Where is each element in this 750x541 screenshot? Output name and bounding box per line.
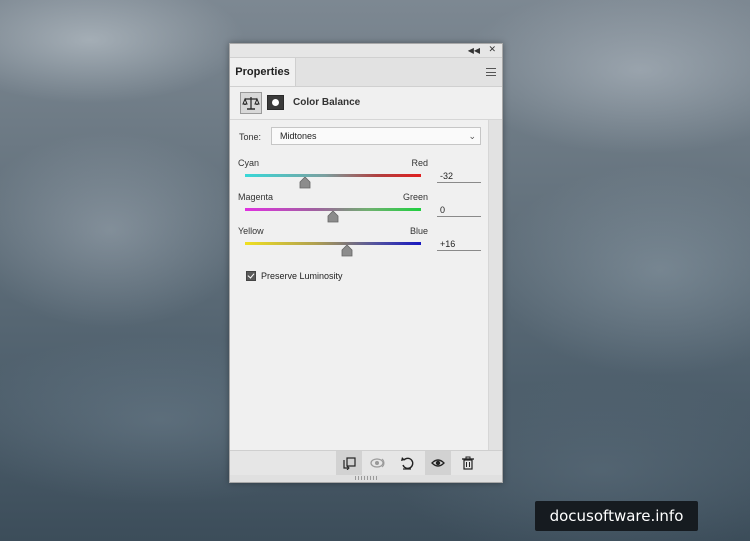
clip-to-layer-icon (343, 457, 356, 470)
yellow-blue-slider-thumb[interactable] (341, 245, 353, 257)
magenta-green-slider-row: Magenta Green 0 (230, 192, 490, 226)
panel-title-bar: ◀◀ ✕ (230, 44, 502, 58)
tone-selected-value: Midtones (280, 131, 317, 141)
view-previous-state-icon (370, 458, 385, 468)
watermark: docusoftware.info (535, 501, 698, 531)
magenta-green-slider-thumb[interactable] (327, 211, 339, 223)
reset-button[interactable] (394, 451, 420, 475)
delete-icon (462, 456, 474, 470)
collapse-panel-icon[interactable]: ◀◀ (468, 44, 480, 57)
vertical-scrollbar[interactable] (488, 120, 502, 452)
tone-label: Tone: (239, 132, 262, 142)
preserve-luminosity-checkbox[interactable] (246, 271, 256, 281)
properties-panel: ◀◀ ✕ Properties Color Balance Tone: Midt… (229, 43, 503, 483)
yellow-blue-track[interactable] (245, 242, 421, 245)
blue-label: Blue (409, 226, 428, 236)
yellow-blue-value-input[interactable]: +16 (437, 238, 481, 251)
clip-to-layer-button[interactable] (336, 451, 362, 475)
cyan-red-slider-row: Cyan Red -32 (230, 158, 490, 192)
panel-resize-grip[interactable] (230, 475, 502, 482)
tab-properties[interactable]: Properties (230, 58, 296, 86)
view-previous-state-button[interactable] (364, 451, 390, 475)
adjustment-content: Tone: Midtones ⌄ Cyan Red -32 Magenta Gr… (230, 120, 502, 452)
yellow-blue-slider-row: Yellow Blue +16 (230, 226, 490, 260)
cyan-red-value-input[interactable]: -32 (437, 170, 481, 183)
cyan-label: Cyan (238, 158, 260, 168)
tab-bar: Properties (230, 58, 502, 87)
panel-menu-icon[interactable] (486, 68, 496, 76)
panel-footer-toolbar (230, 450, 502, 475)
adjustment-header: Color Balance (230, 87, 502, 120)
tone-dropdown[interactable]: Midtones ⌄ (271, 127, 481, 145)
adjustment-title: Color Balance (293, 97, 361, 108)
toggle-visibility-button[interactable] (425, 451, 451, 475)
visibility-eye-icon (431, 459, 445, 467)
magenta-label: Magenta (238, 192, 274, 202)
grip-lines (355, 476, 377, 480)
red-label: Red (411, 158, 428, 168)
chevron-down-icon: ⌄ (468, 131, 476, 141)
magenta-green-value-input[interactable]: 0 (437, 204, 481, 217)
green-label: Green (402, 192, 428, 202)
reset-icon (401, 457, 414, 470)
color-balance-scale-icon[interactable] (240, 92, 262, 114)
preserve-luminosity-label: Preserve Luminosity (261, 271, 343, 281)
delete-button[interactable] (455, 451, 481, 475)
cyan-red-slider-thumb[interactable] (299, 177, 311, 189)
layer-mask-icon[interactable] (267, 95, 284, 110)
yellow-label: Yellow (238, 226, 264, 236)
close-icon[interactable]: ✕ (488, 44, 496, 57)
cyan-red-track[interactable] (245, 174, 421, 177)
